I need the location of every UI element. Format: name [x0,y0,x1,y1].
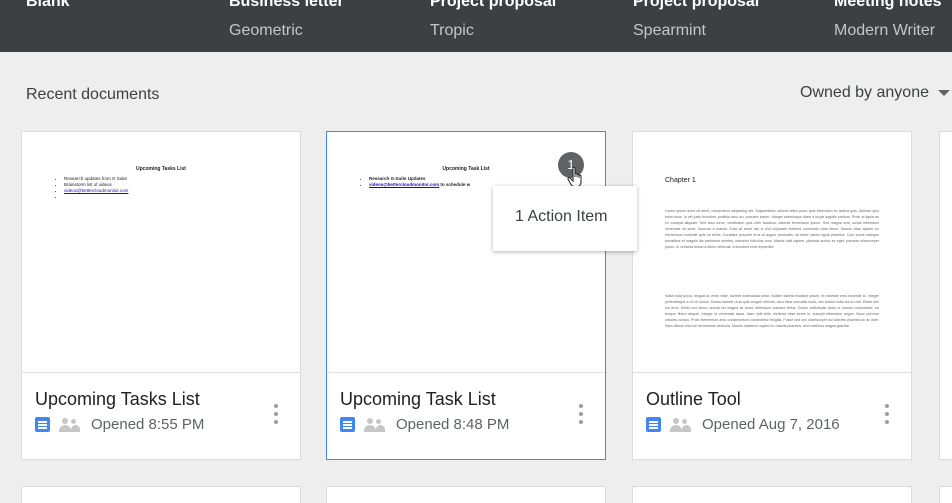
thumbnail-bullet-list: Research G-Suite Updates videos@bettercl… [363,176,470,188]
document-card[interactable] [21,486,301,503]
thumbnail-bullet-list: Research updates from G Suite Brainstorm… [58,176,128,200]
document-title: Upcoming Tasks List [35,389,200,409]
document-meta: Opened 8:48 PM [340,416,509,433]
last-opened: Opened 8:48 PM [396,416,510,433]
document-thumbnail[interactable]: Upcoming Tasks List Research updates fro… [22,132,300,373]
thumbnail-paragraph: Lorem ipsum dolor sit amet, consectetur … [665,209,879,249]
google-docs-icon [35,417,50,432]
owner-filter-label: Owned by anyone [800,84,929,101]
thumbnail-chapter-heading: Chapter 1 [665,177,696,184]
thumbnail-doc-title: Upcoming Tasks List [136,166,186,172]
dropdown-arrow-icon [938,90,950,96]
google-docs-icon [340,417,355,432]
document-meta: Opened Aug 7, 2016 [646,416,840,433]
template-name: Blank [26,0,70,10]
document-card[interactable] [326,486,606,503]
document-card[interactable] [939,131,952,460]
section-title: Recent documents [26,86,160,103]
document-title: Upcoming Task List [340,389,496,409]
thumbnail-bullet [64,194,128,200]
template-theme: Spearmint [633,22,706,39]
document-meta: Opened 8:55 PM [35,416,204,433]
owner-filter-dropdown[interactable]: Owned by anyone [800,83,952,103]
template-theme: Tropic [430,22,474,39]
template-theme: Modern Writer [834,22,936,39]
shared-people-icon [670,417,691,432]
google-docs-icon [646,417,661,432]
document-card[interactable] [632,486,912,503]
template-project-proposal-spearmint[interactable]: Project proposal Spearmint [633,0,759,41]
template-name: Project proposal [633,0,760,10]
template-name: Project proposal [430,0,557,10]
shared-people-icon [59,417,80,432]
shared-people-icon [364,417,385,432]
template-gallery: Blank Business letter Geometric Project … [0,0,952,52]
thumbnail-bullet: videos@bettercloudmonitor.com to schedul… [369,182,470,188]
document-card[interactable]: Upcoming Tasks List Research updates fro… [21,131,301,460]
thumbnail-paragraph: Nulla nulla purus, feugiat ac enim vitae… [665,294,879,328]
template-name: Business letter [229,0,344,10]
last-opened: Opened Aug 7, 2016 [702,416,840,433]
more-options-icon[interactable] [274,404,278,424]
more-options-icon[interactable] [579,404,583,424]
last-opened: Opened 8:55 PM [91,416,205,433]
document-card[interactable] [939,486,952,503]
tooltip-text: 1 Action Item [515,208,608,225]
thumbnail-bullet-link: videos@bettercloudmonitor.com [369,182,440,187]
template-theme: Geometric [229,22,303,39]
document-card[interactable]: Chapter 1 Lorem ipsum dolor sit amet, co… [632,131,912,460]
template-blank[interactable]: Blank [26,0,70,21]
document-card[interactable]: Upcoming Task List Research G-Suite Upda… [326,131,606,460]
thumbnail-bullet-text: to schedule w [440,182,471,187]
action-item-tooltip: 1 Action Item [493,186,637,251]
template-meeting-notes[interactable]: Meeting notes Modern Writer [834,0,942,41]
template-name: Meeting notes [834,0,942,10]
document-thumbnail[interactable]: Chapter 1 Lorem ipsum dolor sit amet, co… [633,132,911,373]
thumbnail-bullet-text: Research G-Suite Updates [369,176,426,181]
template-project-proposal-tropic[interactable]: Project proposal Tropic [430,0,556,41]
thumbnail-bullet-link: videos@bettercloudmonitor.com [64,188,128,194]
document-title: Outline Tool [646,389,741,409]
more-options-icon[interactable] [885,404,889,424]
template-business-letter[interactable]: Business letter Geometric [229,0,344,41]
